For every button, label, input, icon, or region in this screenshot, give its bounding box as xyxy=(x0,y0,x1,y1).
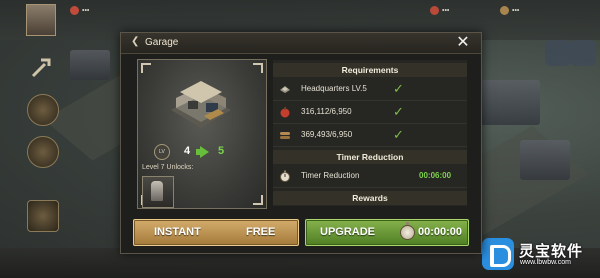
map-building xyxy=(70,50,110,80)
requirements-panel: Requirements Headquarters LV.5 ✓ 316,112… xyxy=(273,60,467,206)
level-change: LV 4 5 xyxy=(154,144,254,160)
back-arrow-icon[interactable]: ❮ xyxy=(131,36,143,48)
map-building xyxy=(480,80,540,125)
instant-price: FREE xyxy=(246,226,276,238)
resource-icon xyxy=(70,6,79,15)
garage-building-image xyxy=(171,81,231,128)
wood-icon xyxy=(280,132,290,139)
upgrade-time: 00:00:00 xyxy=(418,226,463,238)
level-badge-icon: LV xyxy=(154,144,170,160)
frame-corner xyxy=(141,63,151,73)
current-level: 4 xyxy=(184,145,191,157)
resource-counter: ••• xyxy=(430,6,449,15)
unit-figure-icon xyxy=(151,181,163,201)
wood-icon xyxy=(500,6,509,15)
watermark-url: www.lbwbw.com xyxy=(520,259,571,266)
check-icon: ✓ xyxy=(393,127,404,142)
unlock-item-thumbnail[interactable] xyxy=(142,176,174,208)
headquarters-icon xyxy=(280,86,290,93)
rewards-heading: Rewards xyxy=(273,191,467,205)
player-avatar[interactable] xyxy=(26,4,56,36)
unlocks-label: Level 7 Unlocks: xyxy=(142,164,194,171)
resource-counter: ••• xyxy=(70,6,89,15)
timer-reduction-heading: Timer Reduction xyxy=(273,150,467,164)
timer-reduction-row: Timer Reduction 00:06:00 xyxy=(273,165,467,188)
requirement-row: 369,493/6,950 ✓ xyxy=(273,124,467,147)
resource-counter: ••• xyxy=(500,6,519,15)
instant-label: INSTANT xyxy=(154,226,201,238)
frame-corner xyxy=(253,195,263,205)
watermark-text: 灵宝软件 xyxy=(519,243,584,260)
settings-icon[interactable] xyxy=(570,40,596,66)
check-icon: ✓ xyxy=(393,81,404,96)
level-arrow-head-icon xyxy=(200,146,209,158)
building-preview: LV 4 5 Level 7 Unlocks: xyxy=(137,59,267,209)
watermark-logo-icon xyxy=(482,238,514,270)
requirement-text: 316,112/6,950 xyxy=(301,107,352,116)
watermark: 灵宝软件 www.lbwbw.com xyxy=(482,234,594,274)
timer-reduction-label: Timer Reduction xyxy=(301,171,360,180)
dialog-header: ❮ Garage ✕ xyxy=(121,33,481,54)
requirements-heading: Requirements xyxy=(273,63,467,77)
build-hammer-icon[interactable] xyxy=(27,52,57,82)
menu-icon[interactable] xyxy=(545,40,571,66)
garage-upgrade-dialog: ❮ Garage ✕ LV 4 5 Level 7 Unlocks: Requi… xyxy=(120,32,482,254)
stopwatch-icon xyxy=(280,170,290,182)
timer-reduction-value: 00:06:00 xyxy=(419,171,452,180)
inventory-icon[interactable] xyxy=(27,200,59,232)
upgrade-label: UPGRADE xyxy=(320,226,376,238)
requirement-text: Headquarters LV.5 xyxy=(301,84,367,93)
close-button[interactable]: ✕ xyxy=(455,35,471,51)
check-icon: ✓ xyxy=(393,104,404,119)
requirement-row: Headquarters LV.5 ✓ xyxy=(273,78,467,101)
instant-button[interactable]: INSTANT FREE xyxy=(133,219,299,246)
quest-icon[interactable] xyxy=(27,136,59,168)
food-icon xyxy=(280,107,290,118)
food-icon xyxy=(430,6,439,15)
frame-corner xyxy=(253,63,263,73)
requirement-text: 369,493/6,950 xyxy=(301,130,353,139)
stopwatch-icon xyxy=(400,222,415,240)
map-building xyxy=(520,140,570,180)
requirement-row: 316,112/6,950 ✓ xyxy=(273,101,467,124)
next-level: 5 xyxy=(218,145,225,157)
event-icon[interactable] xyxy=(27,94,59,126)
dialog-title: Garage xyxy=(145,37,179,48)
upgrade-button[interactable]: UPGRADE 00:00:00 xyxy=(305,219,469,246)
